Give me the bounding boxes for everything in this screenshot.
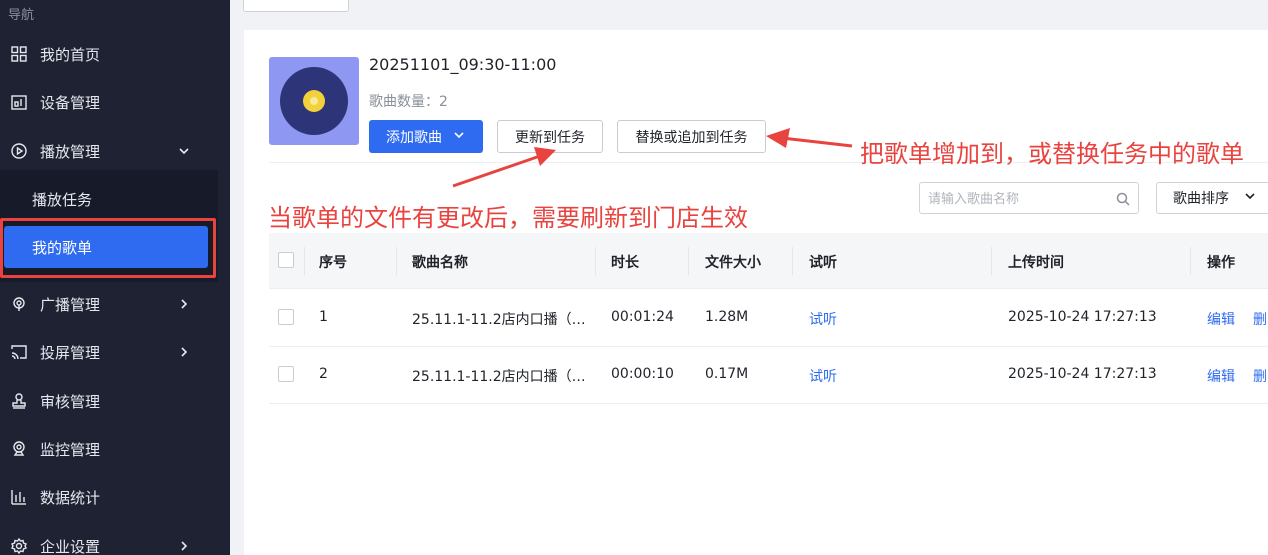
- preview-link[interactable]: 试听: [809, 366, 837, 386]
- column-separator: [1190, 247, 1191, 275]
- delete-link[interactable]: 删: [1253, 309, 1267, 329]
- column-separator: [991, 247, 992, 275]
- arrowhead-left: [534, 147, 556, 166]
- search-icon[interactable]: [1116, 191, 1130, 206]
- column-separator: [396, 247, 397, 275]
- sort-label: 歌曲排序: [1173, 191, 1229, 207]
- cell-size: 1.28M: [705, 309, 749, 325]
- select-all-checkbox[interactable]: [278, 252, 294, 268]
- header-actions: 操作: [1207, 255, 1235, 271]
- arrowhead-right: [766, 128, 790, 148]
- cell-index: 1: [319, 309, 328, 325]
- cell-name: 25.11.1-11.2店内口播（…: [412, 369, 586, 385]
- sort-dropdown[interactable]: 歌曲排序: [1156, 182, 1268, 214]
- row-checkbox[interactable]: [278, 309, 294, 325]
- column-separator: [688, 247, 689, 275]
- cell-duration: 00:00:10: [611, 366, 674, 382]
- header-index: 序号: [319, 255, 347, 271]
- edit-link[interactable]: 编辑: [1207, 309, 1235, 329]
- header-preview: 试听: [809, 255, 837, 271]
- header-size: 文件大小: [705, 255, 761, 271]
- column-separator: [304, 247, 305, 275]
- cell-uploaded: 2025-10-24 17:27:13: [1008, 309, 1157, 325]
- header-uploaded: 上传时间: [1008, 255, 1064, 271]
- annotation-arrow-right: [781, 136, 853, 148]
- chevron-down-icon: [1243, 189, 1257, 207]
- column-separator: [595, 247, 596, 275]
- preview-link[interactable]: 试听: [809, 309, 837, 329]
- cell-duration: 00:01:24: [611, 309, 674, 325]
- cell-size: 0.17M: [705, 366, 749, 382]
- annotation-arrow-left: [452, 154, 541, 188]
- cell-name: 25.11.1-11.2店内口播（…: [412, 312, 586, 328]
- song-search: [919, 182, 1139, 214]
- annotation-replace: 把歌单增加到，或替换任务中的歌单: [860, 140, 1244, 168]
- cell-uploaded: 2025-10-24 17:27:13: [1008, 366, 1157, 382]
- delete-link[interactable]: 删: [1253, 366, 1267, 386]
- header-duration: 时长: [611, 255, 639, 271]
- table-header: 序号 歌曲名称 时长 文件大小 试听 上传时间 操作: [269, 233, 1268, 289]
- edit-link[interactable]: 编辑: [1207, 366, 1235, 386]
- annotation-refresh: 当歌单的文件有更改后，需要刷新到门店生效: [268, 204, 748, 232]
- search-input[interactable]: [920, 183, 1110, 213]
- column-separator: [792, 247, 793, 275]
- header-name: 歌曲名称: [412, 255, 468, 271]
- table-row: 1 25.11.1-11.2店内口播（… 00:01:24 1.28M 试听 2…: [269, 290, 1268, 347]
- table-row: 2 25.11.1-11.2店内口播（… 00:00:10 0.17M 试听 2…: [269, 347, 1268, 404]
- cell-index: 2: [319, 366, 328, 382]
- row-checkbox[interactable]: [278, 366, 294, 382]
